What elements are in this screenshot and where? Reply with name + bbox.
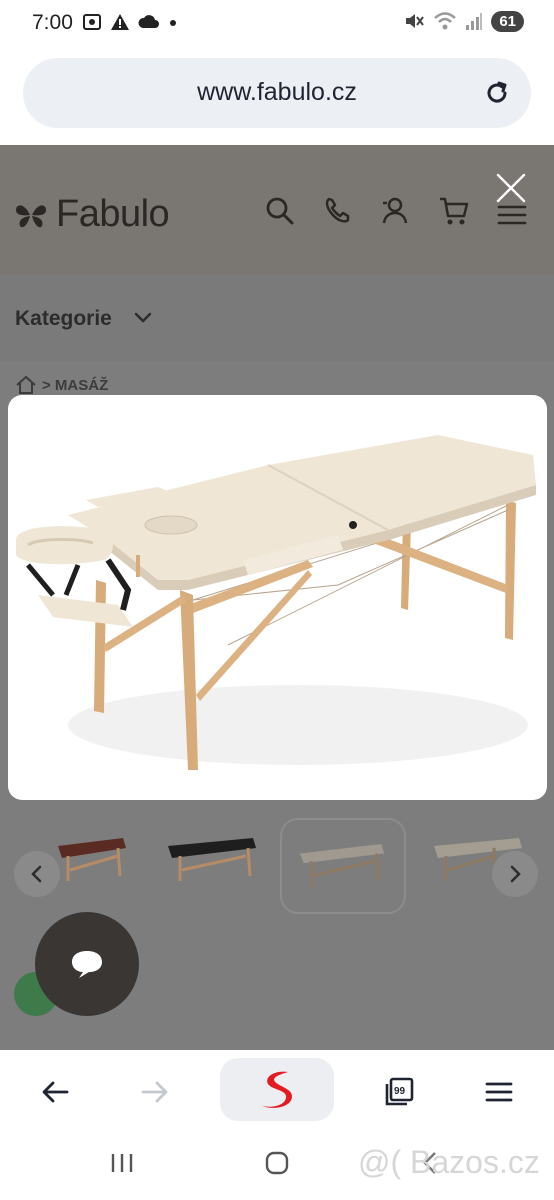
status-notification-icons	[82, 12, 178, 32]
home-icon[interactable]	[15, 375, 37, 395]
home-button-icon[interactable]	[264, 1150, 290, 1176]
site-header: Fabulo	[0, 145, 554, 275]
massage-table-image	[16, 435, 536, 770]
category-menu[interactable]: Kategorie	[0, 275, 554, 361]
site-logo[interactable]: Fabulo	[14, 193, 170, 236]
phone-icon[interactable]	[322, 195, 354, 227]
close-icon[interactable]	[496, 173, 526, 203]
logo-text: Fabulo	[56, 193, 170, 235]
arrow-left-icon	[42, 1081, 69, 1103]
wifi-icon	[434, 12, 457, 30]
product-image-lightbox[interactable]	[8, 395, 547, 800]
recent-apps-icon[interactable]	[110, 1152, 134, 1174]
svg-text:99: 99	[394, 1086, 406, 1097]
breadcrumb-current[interactable]: > MASÁŽ	[42, 377, 108, 394]
battery-level: 61	[491, 10, 524, 32]
status-bar: 7:00 61	[0, 0, 554, 44]
chevron-left-icon	[31, 865, 42, 883]
status-system-icons: 61	[403, 10, 524, 32]
forward-button[interactable]	[127, 1064, 183, 1120]
system-navigation-bar: @( Bazos.cz	[0, 1130, 554, 1200]
address-bar[interactable]: www.fabulo.cz	[23, 58, 531, 128]
browser-toolbar: 99	[0, 1050, 554, 1130]
butterfly-logo-icon	[16, 204, 46, 227]
chat-bubble-icon	[72, 951, 102, 978]
chat-button[interactable]	[35, 912, 139, 1016]
thumbnail-gallery	[0, 818, 554, 921]
user-icon[interactable]	[380, 195, 412, 227]
reload-icon[interactable]	[483, 79, 511, 107]
screenshot-icon	[83, 14, 101, 30]
hamburger-icon	[485, 1082, 513, 1102]
category-menu-label[interactable]: Kategorie	[15, 307, 112, 331]
menu-button[interactable]	[471, 1064, 527, 1120]
dot-icon	[170, 20, 176, 26]
thumbnail-2[interactable]	[158, 826, 273, 906]
warning-icon	[111, 14, 129, 30]
browser-home-button[interactable]	[220, 1058, 334, 1121]
gallery-next-button[interactable]	[492, 851, 538, 897]
chevron-down-icon	[134, 312, 152, 323]
watermark: @( Bazos.cz	[358, 1144, 540, 1180]
signal-icon	[466, 13, 483, 30]
chevron-right-icon	[510, 865, 521, 883]
cloud-icon	[138, 15, 159, 28]
back-button[interactable]	[27, 1064, 83, 1120]
seznam-logo-icon	[262, 1071, 292, 1108]
arrow-right-icon	[141, 1081, 168, 1103]
thumbnail-1[interactable]	[48, 826, 163, 906]
search-icon[interactable]	[264, 195, 296, 227]
hamburger-menu-icon[interactable]	[496, 199, 528, 231]
breadcrumb: > MASÁŽ	[15, 375, 108, 395]
mute-icon	[406, 14, 425, 28]
cart-icon[interactable]	[438, 195, 470, 227]
thumbnail-3[interactable]	[280, 818, 406, 914]
tabs-count-icon: 99	[385, 1077, 414, 1106]
tabs-button[interactable]: 99	[371, 1064, 427, 1120]
status-time: 7:00	[32, 11, 73, 34]
url-text[interactable]: www.fabulo.cz	[23, 78, 531, 107]
